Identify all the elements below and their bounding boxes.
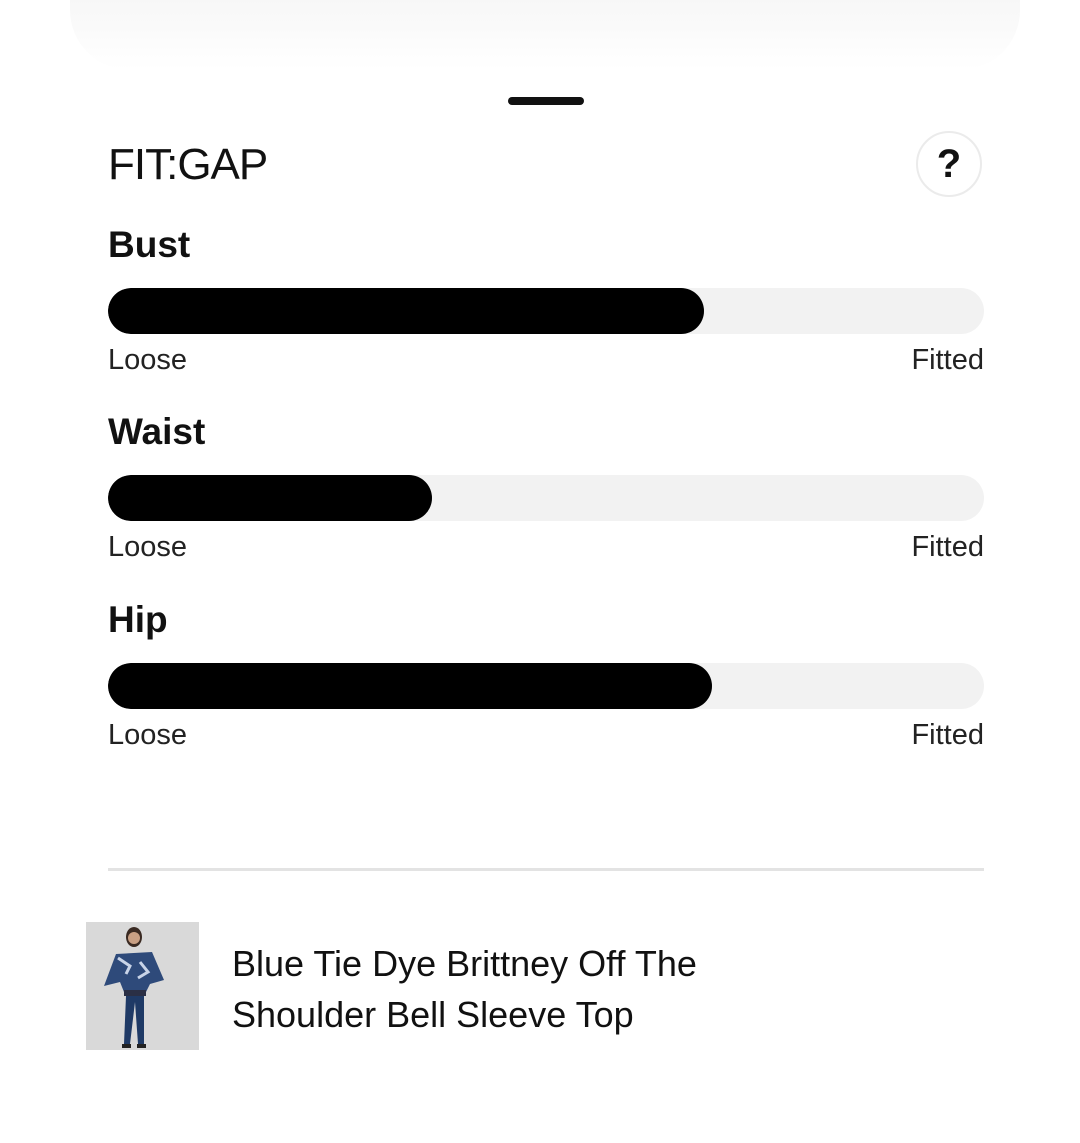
scale-low-label: Loose bbox=[108, 719, 188, 751]
scale-low-label: Loose bbox=[108, 344, 188, 376]
scale-high-label: Fitted bbox=[911, 344, 984, 376]
fit-bar-fill bbox=[108, 663, 713, 709]
fit-bar-fill bbox=[108, 288, 704, 334]
metric-label: Waist bbox=[108, 411, 206, 452]
drag-handle[interactable] bbox=[508, 97, 584, 105]
fit-bar-track bbox=[108, 475, 984, 521]
help-button[interactable]: ? bbox=[916, 131, 982, 197]
metric-label: Bust bbox=[108, 224, 191, 265]
product-summary[interactable]: Blue Tie Dye Brittney Off The Shoulder B… bbox=[86, 922, 986, 1052]
scale-high-label: Fitted bbox=[911, 719, 984, 751]
fit-bar-fill bbox=[108, 475, 433, 521]
scale-low-label: Loose bbox=[108, 531, 188, 563]
sheet-top-edge bbox=[70, 0, 1020, 70]
metric-label: Hip bbox=[108, 599, 168, 640]
scale-high-label: Fitted bbox=[911, 531, 984, 563]
product-name[interactable]: Blue Tie Dye Brittney Off The Shoulder B… bbox=[232, 938, 792, 1040]
divider bbox=[108, 868, 984, 871]
product-image[interactable] bbox=[86, 922, 199, 1050]
fit-bar-track bbox=[108, 288, 984, 334]
product-photo-icon bbox=[86, 922, 199, 1050]
question-mark-icon: ? bbox=[936, 141, 962, 186]
fit-gap-sheet: FIT:GAP ? Bust Loose Fitted Waist Loose … bbox=[0, 0, 1080, 1143]
page-title: FIT:GAP bbox=[108, 140, 268, 189]
fit-bar-track bbox=[108, 663, 984, 709]
